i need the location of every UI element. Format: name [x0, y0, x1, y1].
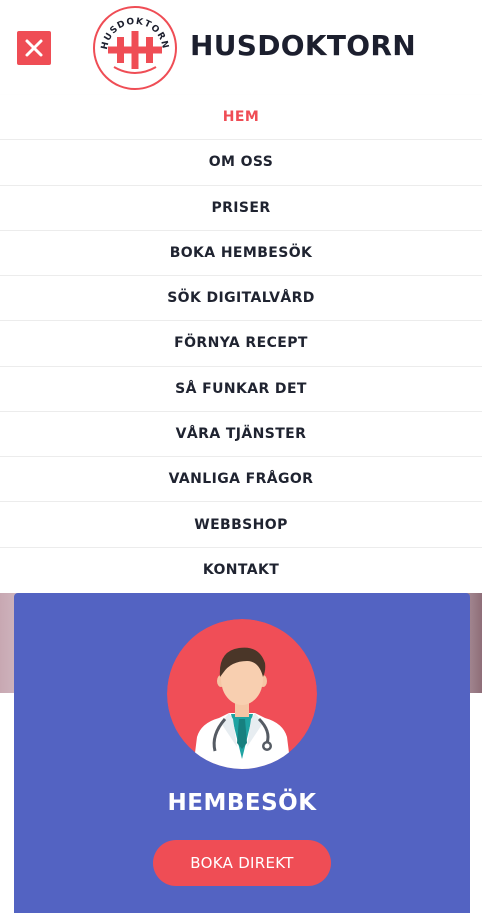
site-header: HUSDOKTORN HUSDOKTORN [0, 0, 482, 95]
menu-item-priser[interactable]: PRISER [0, 186, 482, 231]
menu-item-fornya-recept[interactable]: FÖRNYA RECEPT [0, 321, 482, 367]
main-navigation-menu: HEM OM OSS PRISER BOKA HEMBESÖK SÖK DIGI… [0, 95, 482, 593]
menu-item-kontakt[interactable]: KONTAKT [0, 548, 482, 593]
menu-item-hem[interactable]: HEM [0, 95, 482, 141]
close-icon [25, 39, 43, 57]
brand-name[interactable]: HUSDOKTORN [190, 29, 416, 62]
logo-emblem: HUSDOKTORN [93, 6, 177, 90]
menu-item-webbshop[interactable]: WEBBSHOP [0, 502, 482, 548]
card-title: HEMBESÖK [167, 790, 317, 816]
hembesok-card: HEMBESÖK BOKA DIREKT [14, 593, 470, 913]
menu-item-vanliga-fragor[interactable]: VANLIGA FRÅGOR [0, 457, 482, 503]
menu-item-sa-funkar-det[interactable]: SÅ FUNKAR DET [0, 367, 482, 412]
husdoktorn-logo[interactable]: HUSDOKTORN [92, 5, 178, 91]
menu-item-sok-digitalvard[interactable]: SÖK DIGITALVÅRD [0, 276, 482, 322]
boka-direkt-button[interactable]: BOKA DIREKT [153, 840, 331, 886]
menu-item-boka-hembesok[interactable]: BOKA HEMBESÖK [0, 231, 482, 277]
close-menu-button[interactable] [17, 31, 51, 65]
doctor-avatar-icon [167, 619, 317, 769]
menu-item-vara-tjanster[interactable]: VÅRA TJÄNSTER [0, 412, 482, 458]
menu-item-om-oss[interactable]: OM OSS [0, 140, 482, 186]
